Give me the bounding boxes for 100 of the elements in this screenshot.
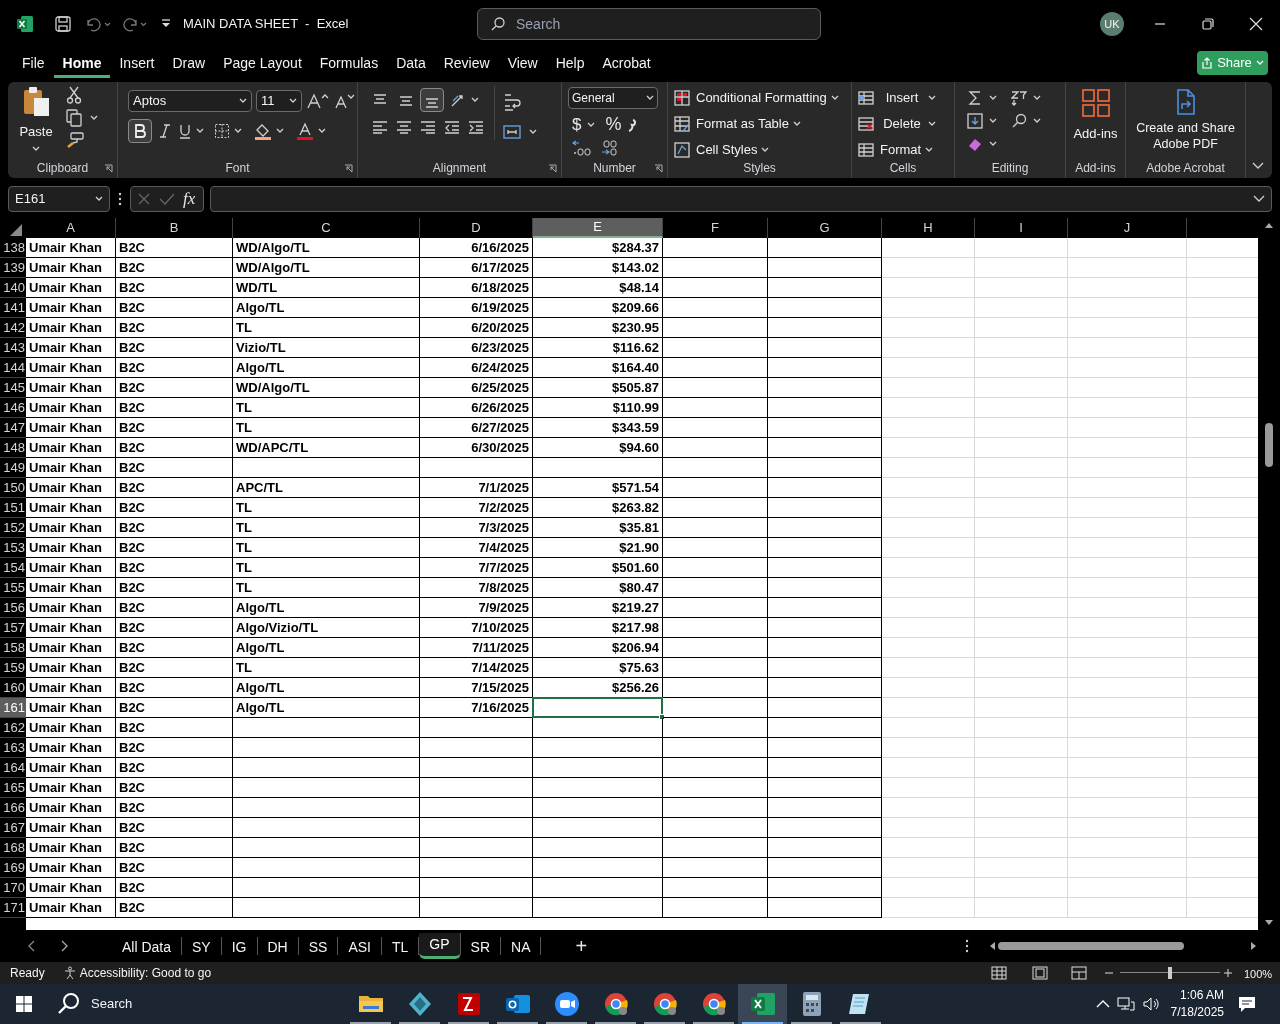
name-box[interactable]: E161 — [8, 186, 110, 212]
row-header[interactable]: 167 — [0, 818, 26, 838]
empty-cell[interactable] — [663, 818, 768, 838]
empty-cell[interactable] — [533, 458, 663, 478]
empty-cell[interactable] — [768, 518, 882, 538]
accessibility-button[interactable]: Accessibility: Good to go — [62, 964, 212, 982]
row-header[interactable]: 158 — [0, 638, 26, 658]
ribbon-tab[interactable]: Page Layout — [214, 48, 311, 78]
empty-cell[interactable] — [663, 538, 768, 558]
borders-icon[interactable] — [214, 123, 230, 139]
row-header[interactable]: 149 — [0, 458, 26, 478]
empty-cell[interactable] — [663, 858, 768, 878]
autosum-icon[interactable] — [967, 90, 983, 106]
increase-font-size-icon[interactable] — [306, 92, 330, 110]
row-header[interactable]: 144 — [0, 358, 26, 378]
empty-cell[interactable] — [768, 338, 882, 358]
empty-cell[interactable] — [768, 778, 882, 798]
empty-cell[interactable] — [420, 838, 533, 858]
empty-cell[interactable] — [663, 318, 768, 338]
empty-cell[interactable] — [768, 238, 882, 258]
format-cells-button[interactable]: Format — [858, 140, 936, 160]
ribbon-tab[interactable]: Formulas — [310, 48, 388, 78]
dialog-launcher-icon[interactable] — [104, 164, 113, 173]
empty-cell[interactable] — [663, 718, 768, 738]
empty-cell[interactable] — [663, 498, 768, 518]
increase-indent-icon[interactable] — [468, 120, 484, 134]
empty-cell[interactable] — [663, 658, 768, 678]
empty-cell[interactable] — [420, 778, 533, 798]
search-field[interactable]: Search — [477, 8, 821, 40]
caret-icon[interactable] — [32, 145, 40, 152]
expand-icon[interactable] — [1253, 195, 1265, 203]
empty-cell[interactable] — [663, 758, 768, 778]
row-header[interactable]: 163 — [0, 738, 26, 758]
close-icon[interactable] — [1249, 17, 1263, 31]
caret-icon[interactable] — [95, 196, 103, 202]
ribbon-tab[interactable]: Draw — [163, 48, 215, 78]
empty-cell[interactable] — [768, 258, 882, 278]
empty-cell[interactable] — [663, 738, 768, 758]
empty-cell[interactable] — [768, 678, 882, 698]
empty-cell[interactable] — [233, 858, 420, 878]
caret-icon[interactable] — [234, 128, 242, 134]
empty-cell[interactable] — [768, 738, 882, 758]
empty-cell[interactable] — [663, 678, 768, 698]
empty-cell[interactable] — [768, 698, 882, 718]
caret-icon[interactable] — [1033, 95, 1041, 101]
row-header[interactable]: 138 — [0, 238, 26, 258]
empty-cell[interactable] — [663, 838, 768, 858]
empty-cell[interactable] — [768, 618, 882, 638]
sheet-tab[interactable]: DH — [257, 937, 299, 955]
empty-cell[interactable] — [663, 298, 768, 318]
empty-cell[interactable] — [420, 798, 533, 818]
empty-cell[interactable] — [768, 878, 882, 898]
row-header[interactable]: 147 — [0, 418, 26, 438]
empty-cell[interactable] — [768, 358, 882, 378]
zoom-slider-thumb[interactable] — [1168, 967, 1172, 979]
ribbon-tab[interactable]: Data — [387, 48, 435, 78]
caret-icon[interactable] — [529, 129, 537, 135]
taskbar-search-button[interactable]: Search — [57, 992, 133, 1016]
empty-cell[interactable] — [233, 838, 420, 858]
column-header[interactable]: B — [116, 218, 233, 238]
caret-icon[interactable] — [646, 95, 654, 101]
vertical-scrollbar-thumb[interactable] — [1265, 423, 1273, 467]
empty-cell[interactable] — [663, 878, 768, 898]
row-header[interactable]: 145 — [0, 378, 26, 398]
row-header[interactable]: 151 — [0, 498, 26, 518]
empty-cell[interactable] — [533, 758, 663, 778]
row-header[interactable]: 155 — [0, 578, 26, 598]
notification-icon[interactable] — [1238, 995, 1256, 1013]
empty-cell[interactable] — [533, 718, 663, 738]
empty-cell[interactable] — [533, 738, 663, 758]
add-sheet-button[interactable]: + — [575, 931, 588, 961]
caret-icon[interactable] — [928, 121, 936, 127]
row-header[interactable]: 141 — [0, 298, 26, 318]
collapse-ribbon-icon[interactable] — [1252, 162, 1264, 170]
caret-icon[interactable] — [830, 95, 839, 101]
sheet-tab[interactable]: SR — [460, 937, 502, 955]
speaker-icon[interactable] — [1142, 996, 1160, 1012]
customize-toolbar-icon[interactable] — [160, 18, 172, 30]
caret-icon[interactable] — [471, 97, 479, 103]
more-options-icon[interactable] — [118, 192, 122, 206]
empty-cell[interactable] — [768, 638, 882, 658]
empty-cell[interactable] — [663, 458, 768, 478]
empty-cell[interactable] — [768, 318, 882, 338]
empty-cell[interactable] — [233, 718, 420, 738]
empty-cell[interactable] — [768, 858, 882, 878]
empty-cell[interactable] — [663, 578, 768, 598]
caret-icon[interactable] — [989, 95, 997, 101]
row-header[interactable]: 146 — [0, 398, 26, 418]
caret-icon[interactable] — [90, 115, 98, 121]
empty-cell[interactable] — [533, 878, 663, 898]
empty-cell[interactable] — [768, 538, 882, 558]
currency-button[interactable]: $ — [572, 111, 582, 138]
empty-cell[interactable] — [663, 798, 768, 818]
network-icon[interactable] — [1117, 996, 1135, 1012]
empty-cell[interactable] — [768, 298, 882, 318]
empty-cell[interactable] — [768, 418, 882, 438]
empty-cell[interactable] — [663, 358, 768, 378]
empty-cell[interactable] — [420, 878, 533, 898]
sheet-tab[interactable]: All Data — [112, 937, 183, 955]
empty-cell[interactable] — [420, 858, 533, 878]
